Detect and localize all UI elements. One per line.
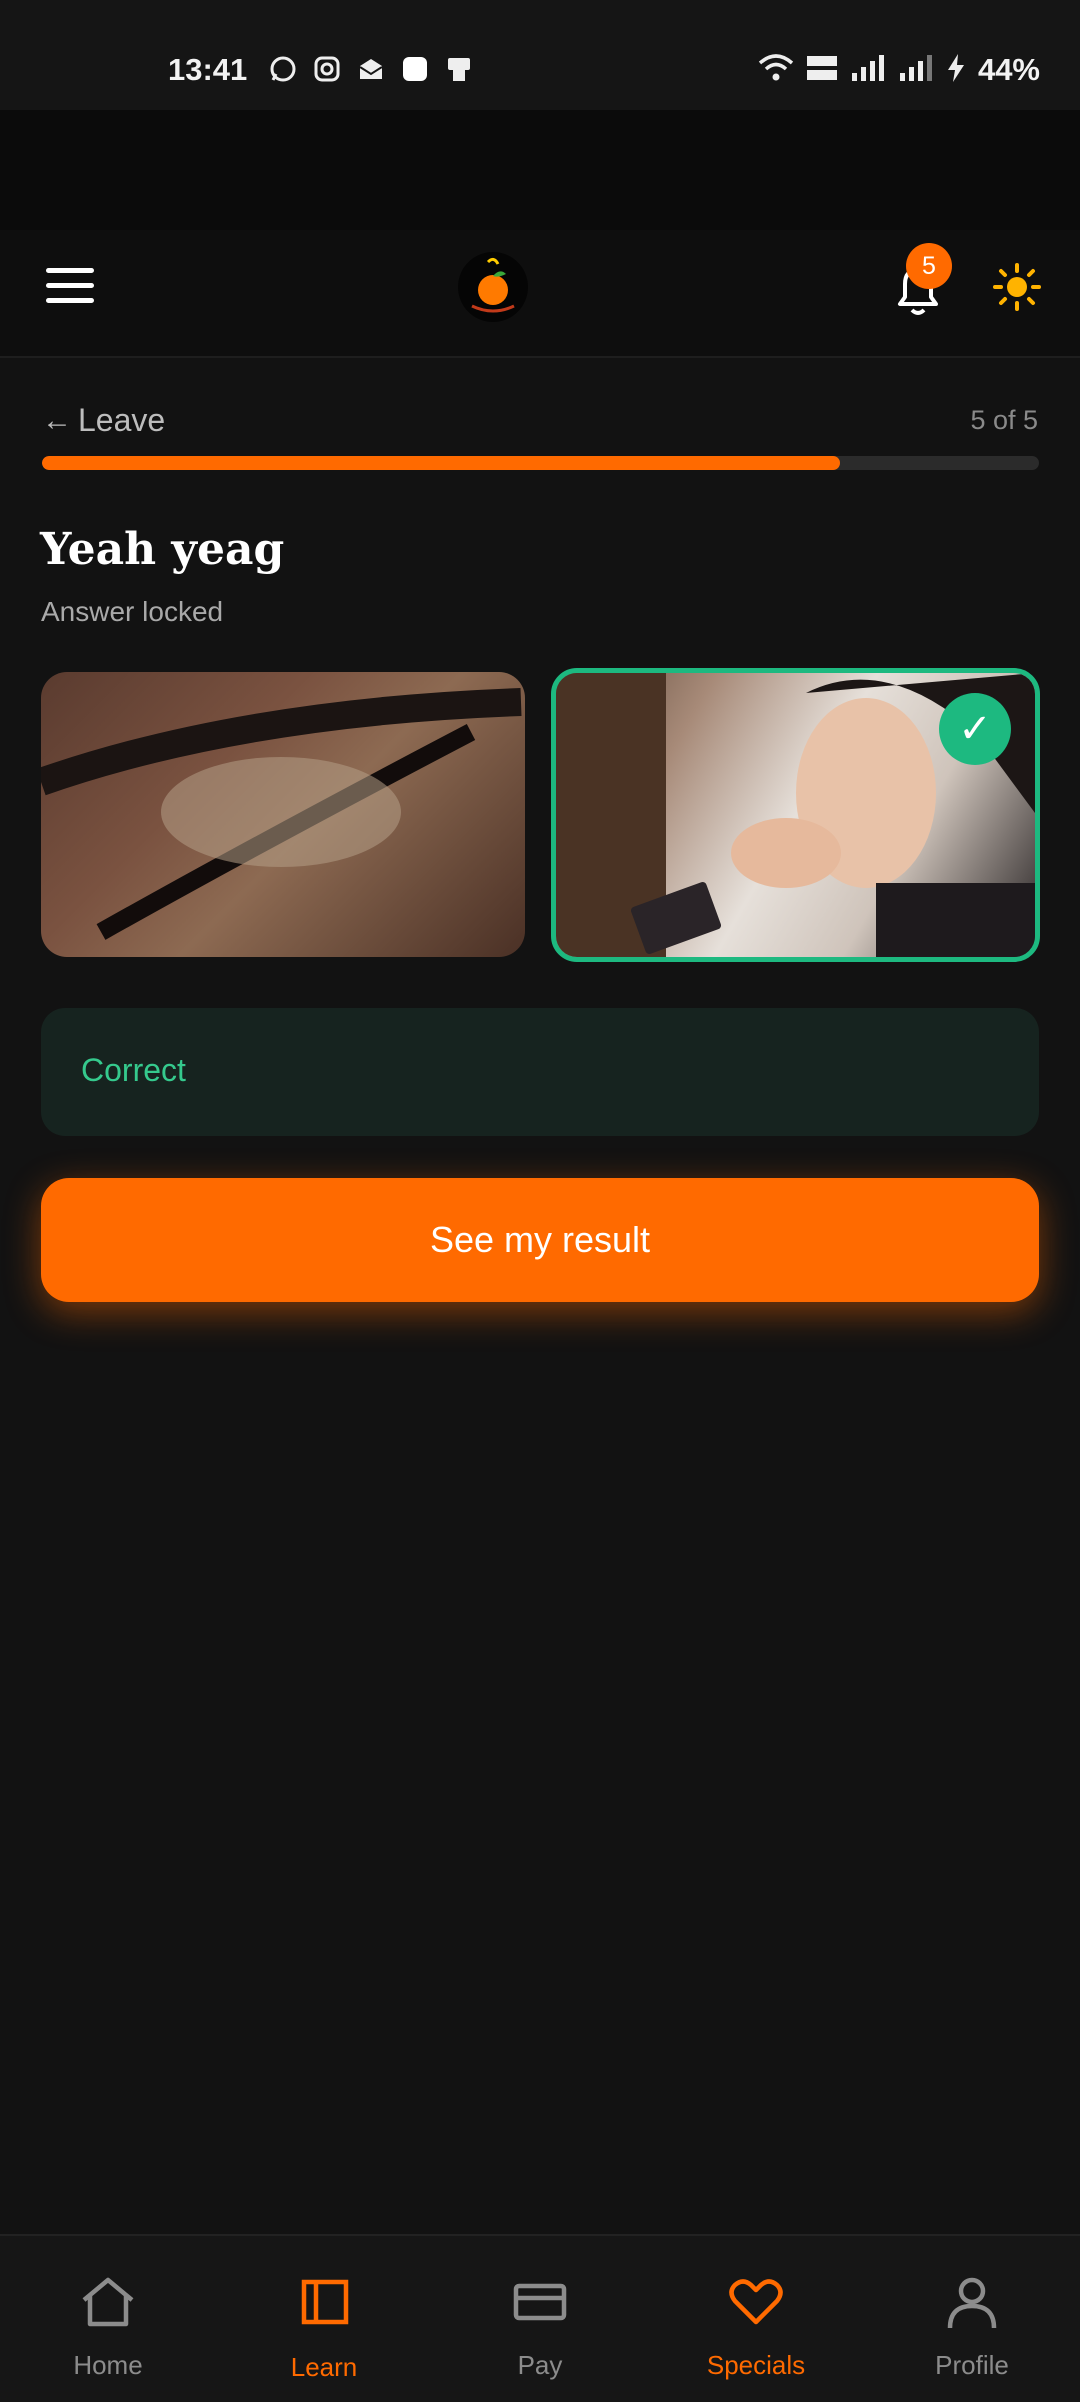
- quiz-progress-bar: [42, 456, 1039, 470]
- nav-learn[interactable]: Learn: [216, 2236, 432, 2402]
- status-bar: 13:41 44%: [0, 0, 1080, 110]
- status-right: 44%: [758, 52, 1040, 88]
- signal-icon-2: [898, 53, 934, 88]
- charging-icon: [946, 53, 966, 88]
- home-icon: [82, 2277, 134, 2327]
- instagram-icon: [312, 54, 342, 84]
- menu-line: [46, 268, 94, 273]
- feedback-text: Correct: [81, 1052, 186, 1088]
- book-icon: [301, 2279, 349, 2325]
- app-header: 5: [0, 230, 1080, 358]
- answer-option-makeup-artist[interactable]: ✓: [551, 668, 1040, 962]
- mail-icon: [356, 54, 386, 84]
- nav-pay-label: Pay: [517, 2350, 563, 2380]
- whatsapp-icon: [268, 54, 298, 84]
- top-band: [0, 110, 1080, 230]
- selected-check-icon: ✓: [939, 693, 1011, 765]
- app-icon: [400, 54, 430, 84]
- progress-fill: [42, 456, 840, 470]
- nav-home[interactable]: Home: [0, 2236, 216, 2402]
- answer-option-eye-makeup[interactable]: [41, 672, 525, 957]
- app-logo: [458, 252, 528, 322]
- menu-button[interactable]: [46, 268, 94, 306]
- heart-icon: [729, 2279, 783, 2325]
- payment-icon: [444, 54, 474, 84]
- nav-profile[interactable]: Profile: [864, 2236, 1080, 2402]
- notification-badge: 5: [906, 243, 952, 289]
- nav-specials[interactable]: Specials: [648, 2236, 864, 2402]
- feedback-panel: Correct: [41, 1008, 1039, 1136]
- wifi-icon: [758, 53, 794, 88]
- leave-label: Leave: [78, 402, 166, 438]
- theme-toggle-sun-icon[interactable]: [992, 262, 1042, 312]
- menu-line: [46, 298, 94, 303]
- answer-status: Answer locked: [41, 596, 224, 627]
- bottom-navigation: Home Learn Pay Specials Profile: [0, 2234, 1080, 2402]
- notification-icons: [268, 54, 474, 84]
- battery-level: 44%: [977, 52, 1040, 87]
- question-counter: 5 of 5: [970, 405, 1038, 435]
- back-arrow-icon: ←: [42, 403, 72, 437]
- eye-closeup-image: [41, 688, 522, 940]
- nav-home-label: Home: [73, 2350, 143, 2380]
- menu-line: [46, 283, 94, 288]
- nav-specials-label: Specials: [706, 2350, 806, 2380]
- lte-icon: [806, 53, 838, 88]
- see-result-button[interactable]: See my result: [41, 1178, 1039, 1302]
- status-time: 13:41: [168, 52, 248, 87]
- signal-icon: [850, 53, 886, 88]
- question-title: Yeah yeag: [40, 524, 285, 575]
- user-icon: [947, 2277, 997, 2329]
- nav-learn-label: Learn: [290, 2352, 358, 2382]
- nav-pay[interactable]: Pay: [432, 2236, 648, 2402]
- card-icon: [513, 2283, 567, 2321]
- nav-profile-label: Profile: [935, 2350, 1009, 2380]
- leave-button[interactable]: ← Leave: [42, 402, 165, 439]
